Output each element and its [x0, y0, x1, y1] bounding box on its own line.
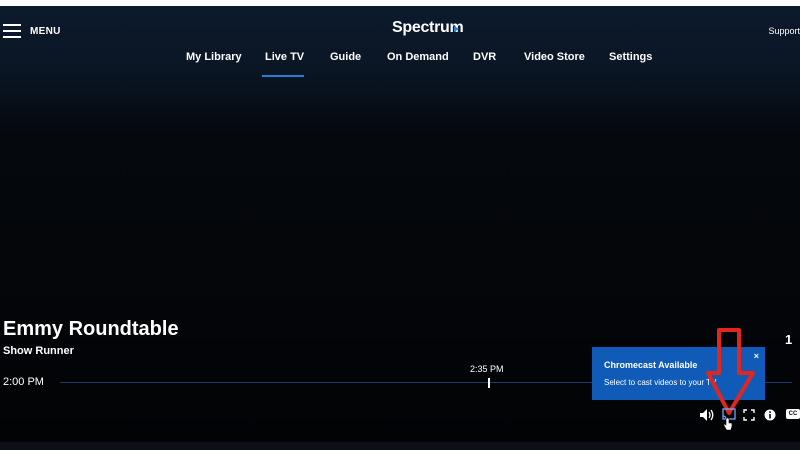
menu-button[interactable]: MENU — [3, 20, 61, 42]
volume-icon[interactable] — [699, 408, 715, 422]
nav-guide[interactable]: Guide — [330, 51, 361, 63]
top-bar: MENU Spectrum Support My Library Live TV… — [0, 6, 800, 86]
hamburger-icon — [3, 24, 21, 38]
current-time: 2:35 PM — [470, 364, 504, 374]
closed-captions-icon[interactable]: CC — [786, 409, 800, 419]
nav-on-demand[interactable]: On Demand — [387, 51, 449, 63]
support-link[interactable]: Support — [768, 26, 800, 36]
video-player-window: MENU Spectrum Support My Library Live TV… — [0, 6, 800, 442]
nav-live-tv[interactable]: Live TV — [265, 51, 304, 63]
info-icon[interactable] — [764, 408, 776, 422]
active-tab-indicator — [262, 75, 304, 77]
nav-my-library[interactable]: My Library — [186, 51, 242, 63]
spectrum-logo[interactable]: Spectrum — [392, 19, 464, 37]
playhead-marker[interactable] — [488, 378, 490, 388]
logo-arrow-icon — [454, 26, 459, 32]
nav-settings[interactable]: Settings — [609, 51, 652, 63]
channel-badge: 1 — [785, 332, 793, 347]
hand-cursor-icon — [723, 418, 733, 431]
nav-dvr[interactable]: DVR — [473, 51, 496, 63]
nav-video-store[interactable]: Video Store — [524, 51, 585, 63]
player-controls: CC — [0, 408, 800, 424]
red-arrow-icon — [706, 328, 755, 415]
menu-label: MENU — [30, 25, 61, 37]
bottom-edge — [0, 442, 800, 450]
program-title: Emmy Roundtable — [3, 318, 179, 340]
main-nav: My Library Live TV Guide On Demand DVR V… — [0, 51, 800, 81]
program-subtitle: Show Runner — [3, 345, 74, 357]
fullscreen-icon[interactable] — [743, 408, 755, 422]
popup-text: Select to cast videos to your TV — [604, 378, 717, 387]
start-time: 2:00 PM — [3, 376, 44, 388]
popup-title: Chromecast Available — [604, 360, 698, 370]
